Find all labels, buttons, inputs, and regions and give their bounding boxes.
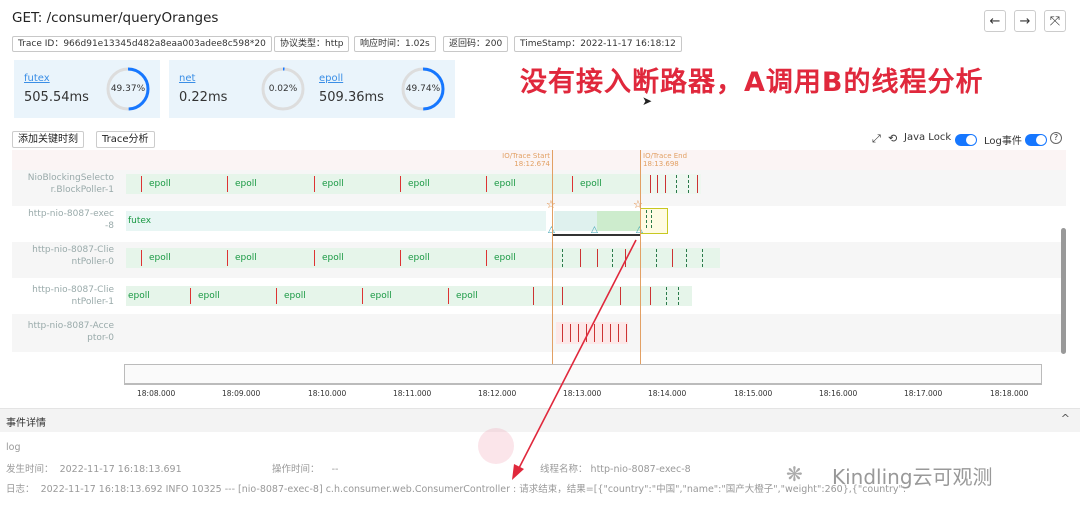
wechat-logo-icon: ❋ <box>786 462 803 486</box>
click-highlight <box>478 428 514 464</box>
watermark-text: Kindling云可观测 <box>832 465 993 489</box>
annotation-arrow <box>512 239 637 480</box>
